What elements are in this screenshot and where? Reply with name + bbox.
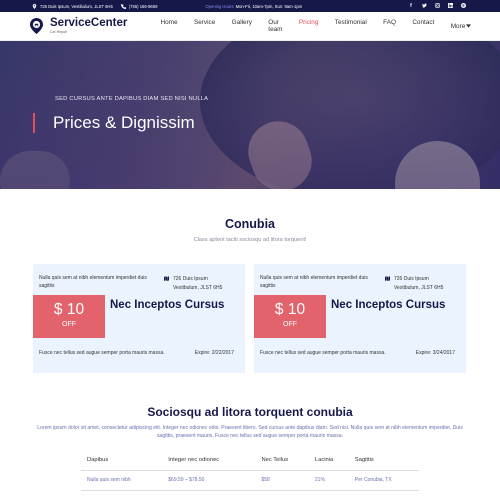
coupon-price-box: $ 10 OFF [33,295,105,338]
phone-icon [120,3,126,9]
coupon-card: Nulla quis sem at nibh elementum imperdi… [254,264,466,373]
table-row: Nulla quis sem nibh $69.59 – $78.50 $58 … [81,470,419,491]
coupon-expire: Expire: 3/24/2017 [415,350,455,356]
table-cell: 21% [308,470,349,491]
column-header: Integer nec odionec [162,450,256,471]
nav-item-pricing[interactable]: Pricing [291,19,327,33]
coupon-intro: Nulla quis sem at nibh elementum imperdi… [39,275,147,289]
hero-subtitle: SED CURSUS ANTE DAPIBUS DIAM SED NISI NU… [55,96,209,102]
hero-banner: SED CURSUS ANTE DAPIBUS DIAM SED NISI NU… [0,41,500,189]
coupon-address: 726 Duis Ipsum Vestibulum, JLST 6H5 [385,275,455,292]
coupon-price: $ 10 [53,301,85,318]
facebook-icon[interactable]: f [408,3,414,10]
column-header: Dapibus [81,450,163,471]
topbar-address: 726 Duis Ipsum, Vestibulum, JLST 6H5 [32,3,113,9]
nav-item-more-label: More [450,22,466,30]
caret-down-icon [466,24,472,28]
table-cell: Per Conubia, TX [348,470,419,491]
section-paragraph: Lorem ipsum dolor sit amet, consectetur … [37,425,463,439]
column-header: Sagittis [348,450,419,471]
logo-pin-icon [30,18,43,34]
instagram-icon[interactable] [434,2,440,10]
nav-item-service[interactable]: Service [186,19,224,33]
nav-item-gallery[interactable]: Gallery [223,19,260,33]
topbar-hours: Opening Hours Mon-Fri, 10am-7pm, Sun: 9a… [205,4,302,9]
section-title-sociosqu: Sociosqu ad litora torquent conubia [147,405,353,419]
coupon-price-box: $ 10 OFF [254,295,326,338]
site-logo[interactable]: ServiceCenter Car Repair [30,17,128,34]
nav-menu: Home Service Gallery Our team Pricing Te… [152,19,479,33]
twitter-icon[interactable] [421,3,427,10]
linkedin-icon[interactable] [447,2,453,10]
nav-item-more[interactable]: More [443,19,480,33]
coupon-card: Nulla quis sem at nibh elementum imperdi… [33,264,245,373]
table-cell: Nulla quis sem nibh [81,470,163,491]
map-icon [164,276,169,281]
topbar-phone[interactable]: (755) 166-8669 [120,3,158,9]
coupon-address: 726 Duis Ipsum Vestibulum, JLST 6H5 [164,275,234,292]
section-title-conubia: Conubia [225,217,275,231]
column-header: Nec Tellus [255,450,309,471]
coupon-expire: Expire: 2/22/2017 [194,350,234,356]
social-links: f [408,2,466,10]
coupon-name: Nec Inceptos Cursus [110,299,225,311]
hero-accent-bar [33,113,35,133]
coupon-address-text: 726 Duis Ipsum Vestibulum, JLST 6H5 [394,276,444,291]
section-subtitle: Class aptent taciti sociosqu ad litora t… [193,237,307,243]
pricing-table: Dapibus Integer nec odionec Nec Tellus L… [81,450,419,491]
hero-title: Prices & Dignissim [53,113,195,132]
topbar-phone-text: (755) 166-8669 [128,3,158,9]
coupon-off-label: OFF [283,321,297,328]
coupon-footer: Fusce nec tellus sed augue semper porta … [39,350,165,356]
top-info-bar: 726 Duis Ipsum, Vestibulum, JLST 6H5 (75… [0,0,500,12]
pinterest-icon[interactable] [460,2,466,10]
topbar-address-text: 726 Duis Ipsum, Vestibulum, JLST 6H5 [40,3,113,9]
table-header-row: Dapibus Integer nec odionec Nec Tellus L… [81,450,419,471]
brand-name: ServiceCenter [50,17,128,29]
table-cell: $58 [255,470,309,491]
hours-label: Opening Hours [205,3,234,9]
nav-item-faq[interactable]: FAQ [375,19,404,33]
brand-tagline: Car Repair [50,30,67,34]
location-icon [32,3,37,9]
nav-item-home[interactable]: Home [152,19,185,33]
nav-item-our-team[interactable]: Our team [260,19,291,33]
table-cell: $69.59 – $78.50 [162,470,256,491]
coupon-address-text: 726 Duis Ipsum Vestibulum, JLST 6H5 [173,276,223,291]
coupon-name: Nec Inceptos Cursus [331,299,446,311]
nav-item-testimonial[interactable]: Testimonial [327,19,375,33]
column-header: Lacinia [308,450,349,471]
hours-value: Mon-Fri, 10am-7pm, Sun: 9am-1pm [235,3,303,9]
coupon-price: $ 10 [274,301,306,318]
coupon-footer: Fusce nec tellus sed augue semper porta … [260,350,386,356]
main-navbar: ServiceCenter Car Repair Home Service Ga… [0,12,500,41]
map-icon [385,276,390,281]
nav-item-contact[interactable]: Contact [404,19,442,33]
coupon-intro: Nulla quis sem at nibh elementum imperdi… [260,275,368,289]
coupon-off-label: OFF [62,321,76,328]
